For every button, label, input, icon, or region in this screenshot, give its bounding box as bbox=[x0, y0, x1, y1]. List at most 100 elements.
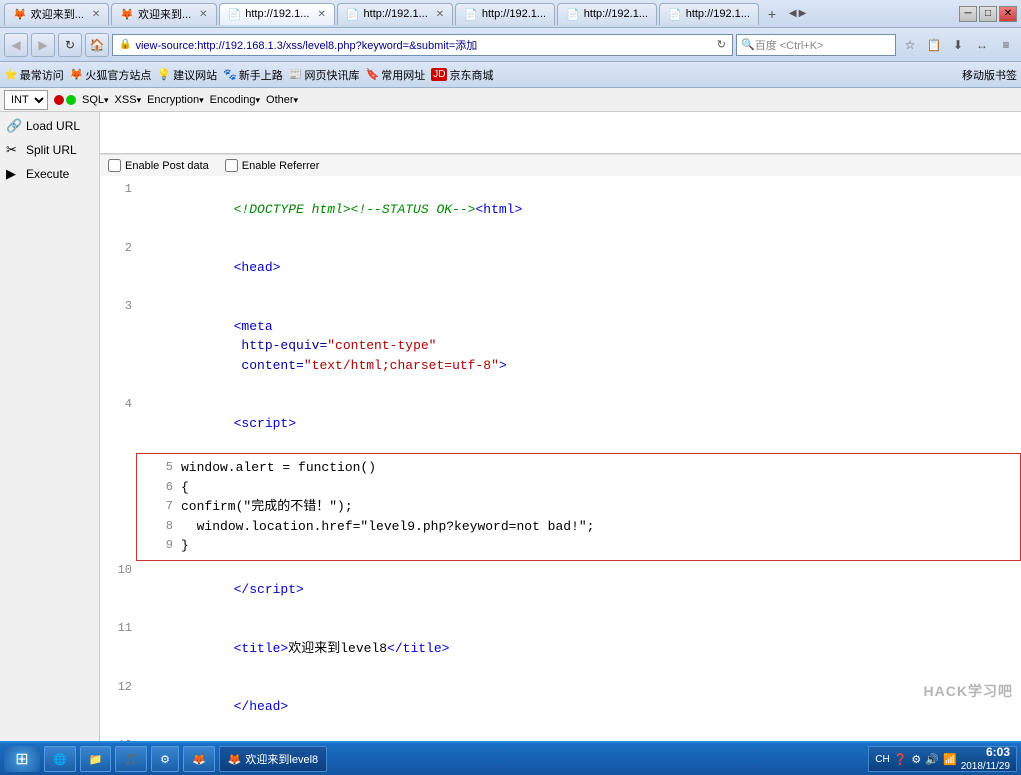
tab-6[interactable]: 📄 http://192.1... bbox=[557, 3, 657, 25]
tab-7[interactable]: 📄 http://192.1... bbox=[659, 3, 759, 25]
mobile-bookmark[interactable]: 移动版书签 bbox=[962, 67, 1017, 83]
hackbar-other-menu[interactable]: Other bbox=[266, 94, 298, 106]
bookmark-common[interactable]: 🔖 常用网址 bbox=[366, 67, 426, 83]
execute-label: Execute bbox=[26, 167, 69, 181]
download-button[interactable]: ⬇ bbox=[947, 34, 969, 56]
forward-button[interactable]: ▶ bbox=[31, 33, 55, 57]
url-input-area bbox=[100, 112, 1021, 154]
tab-close-1[interactable]: ✕ bbox=[92, 9, 100, 20]
tray-settings-icon[interactable]: ⚙ bbox=[911, 753, 921, 766]
taskbar-item-media[interactable]: 🎵 bbox=[115, 746, 147, 772]
close-button[interactable]: ✕ bbox=[999, 6, 1017, 22]
bookmark-news[interactable]: 📰 网页快讯库 bbox=[289, 67, 360, 83]
referrer-checkbox-input[interactable] bbox=[225, 159, 238, 172]
tab-3[interactable]: 📄 http://192.1... ✕ bbox=[219, 3, 335, 25]
split-url-button[interactable]: ✂ Split URL bbox=[0, 138, 99, 162]
address-text: view-source:http://192.168.1.3/xss/level… bbox=[135, 37, 712, 53]
home-button[interactable]: 🏠 bbox=[85, 33, 109, 57]
source-line-8: 8 window.location.href="level9.php?keywo… bbox=[145, 517, 1012, 537]
tab-scroll-right[interactable]: ▶ bbox=[799, 8, 807, 19]
tab-close-2[interactable]: ✕ bbox=[199, 9, 207, 20]
main-area: 🔗 Load URL ✂ Split URL ▶ Execute bbox=[0, 112, 1021, 741]
line-num-9: 9 bbox=[145, 536, 173, 554]
execute-button[interactable]: ▶ Execute bbox=[0, 162, 99, 186]
bookmark-suggest[interactable]: 💡 建议网站 bbox=[157, 67, 217, 83]
enable-referrer-label: Enable Referrer bbox=[242, 160, 320, 172]
address-refresh-icon[interactable]: ↻ bbox=[717, 38, 726, 51]
line-num-5: 5 bbox=[145, 458, 173, 476]
tab-1[interactable]: 🦊 欢迎来到... ✕ bbox=[4, 3, 109, 25]
line-num-8: 8 bbox=[145, 517, 173, 535]
line-num-12: 12 bbox=[104, 678, 132, 696]
taskbar-media-icon: 🎵 bbox=[124, 753, 138, 766]
source-line-1: 1 <!DOCTYPE html><!--STATUS OK--><html> bbox=[100, 180, 1021, 239]
maximize-button[interactable]: □ bbox=[979, 6, 997, 22]
start-button[interactable]: ⊞ bbox=[4, 746, 40, 772]
bookmark-list-button[interactable]: 📋 bbox=[923, 34, 945, 56]
tray-network-icon[interactable]: 📶 bbox=[943, 753, 957, 766]
title-bar: 🦊 欢迎来到... ✕ 🦊 欢迎来到... ✕ 📄 http://192.1..… bbox=[0, 0, 1021, 28]
taskbar-item-explorer[interactable]: 📁 bbox=[80, 746, 112, 772]
taskbar-item-firefox[interactable]: 🦊 bbox=[183, 746, 215, 772]
bookmark-label: 建议网站 bbox=[173, 67, 217, 83]
post-checkbox-input[interactable] bbox=[108, 159, 121, 172]
nav-bar: ◀ ▶ ↻ 🏠 🔒 view-source:http://192.168.1.3… bbox=[0, 28, 1021, 62]
bookmark-newbie[interactable]: 🐾 新手上路 bbox=[223, 67, 283, 83]
hackbar-encryption-menu[interactable]: Encryption bbox=[147, 94, 204, 106]
news-icon: 📰 bbox=[289, 68, 303, 81]
sync-button[interactable]: ↔ bbox=[971, 34, 993, 56]
source-view: 1 <!DOCTYPE html><!--STATUS OK--><html> … bbox=[100, 176, 1021, 741]
taskbar: ⊞ 🌐 📁 🎵 ⚙ 🦊 🦊 欢迎来到level8 CH ❓ ⚙ 🔊 📶 bbox=[0, 741, 1021, 775]
line-content-11: <title>欢迎来到level8</title> bbox=[140, 619, 1017, 678]
bookmarks-bar: ⭐ 最常访问 🦊 火狐官方站点 💡 建议网站 🐾 新手上路 📰 网页快讯库 🔖 … bbox=[0, 62, 1021, 88]
source-line-9: 9 } bbox=[145, 536, 1012, 556]
taskbar-firefox2-label: 欢迎来到level8 bbox=[245, 751, 318, 767]
bookmark-jd[interactable]: JD 京东商城 bbox=[431, 67, 493, 83]
line-content-4: <script> bbox=[140, 395, 1017, 454]
browser-window: 🦊 欢迎来到... ✕ 🦊 欢迎来到... ✕ 📄 http://192.1..… bbox=[0, 0, 1021, 775]
firefox-icon: 🦊 bbox=[70, 68, 84, 81]
tab-5[interactable]: 📄 http://192.1... bbox=[455, 3, 555, 25]
tab-scroll-left[interactable]: ◀ bbox=[789, 8, 797, 19]
tab-close-3[interactable]: ✕ bbox=[317, 9, 325, 20]
execute-icon: ▶ bbox=[6, 166, 22, 182]
enable-post-checkbox[interactable]: Enable Post data bbox=[108, 159, 209, 172]
search-bar[interactable]: 🔍 百度 <Ctrl+K> bbox=[736, 34, 896, 56]
menu-button[interactable]: ≡ bbox=[995, 34, 1017, 56]
most-visited-icon: ⭐ bbox=[4, 68, 18, 81]
tab-close-4[interactable]: ✕ bbox=[436, 9, 444, 20]
new-tab-button[interactable]: + bbox=[761, 3, 783, 25]
bookmark-firefox[interactable]: 🦊 火狐官方站点 bbox=[70, 67, 152, 83]
hackbar-indicators bbox=[54, 95, 76, 105]
taskbar-item-app1[interactable]: ⚙ bbox=[151, 746, 179, 772]
hackbar-sql-menu[interactable]: SQL bbox=[82, 94, 109, 106]
bookmark-most-visited[interactable]: ⭐ 最常访问 bbox=[4, 67, 64, 83]
back-button[interactable]: ◀ bbox=[4, 33, 28, 57]
content-area: Enable Post data Enable Referrer 1 <!DOC… bbox=[100, 112, 1021, 741]
tab-4[interactable]: 📄 http://192.1... ✕ bbox=[337, 3, 453, 25]
indicator-green bbox=[66, 95, 76, 105]
taskbar-item-ie[interactable]: 🌐 bbox=[44, 746, 76, 772]
hackbar-xss-menu[interactable]: XSS bbox=[115, 94, 142, 106]
bookmark-label: 火狐官方站点 bbox=[85, 67, 151, 83]
hackbar-encoding-menu[interactable]: Encoding bbox=[210, 94, 260, 106]
hackbar-mode-select[interactable]: INT bbox=[4, 90, 48, 110]
windows-logo: ⊞ bbox=[15, 749, 28, 769]
bookmark-star-button[interactable]: ☆ bbox=[899, 34, 921, 56]
taskbar-firefox2-icon: 🦊 bbox=[228, 753, 242, 766]
reload-button[interactable]: ↻ bbox=[58, 33, 82, 57]
line-content-3: <meta http-equiv="content-type" content=… bbox=[140, 297, 1017, 395]
tab-2[interactable]: 🦊 欢迎来到... ✕ bbox=[111, 3, 216, 25]
script-block-border: 5 window.alert = function() 6 { 7 confir… bbox=[136, 453, 1021, 561]
split-url-icon: ✂ bbox=[6, 142, 22, 158]
minimize-button[interactable]: ─ bbox=[959, 6, 977, 22]
address-bar[interactable]: 🔒 view-source:http://192.168.1.3/xss/lev… bbox=[112, 34, 733, 56]
taskbar-item-firefox2[interactable]: 🦊 欢迎来到level8 bbox=[219, 746, 327, 772]
enable-referrer-checkbox[interactable]: Enable Referrer bbox=[225, 159, 320, 172]
load-url-button[interactable]: 🔗 Load URL bbox=[0, 114, 99, 138]
tray-help-icon[interactable]: ❓ bbox=[894, 753, 908, 766]
line-content-7: confirm("完成的不错！"); bbox=[181, 497, 1012, 517]
security-icon: 🔒 bbox=[119, 39, 131, 50]
url-input[interactable] bbox=[104, 116, 1017, 146]
tray-volume-icon[interactable]: 🔊 bbox=[925, 753, 939, 766]
